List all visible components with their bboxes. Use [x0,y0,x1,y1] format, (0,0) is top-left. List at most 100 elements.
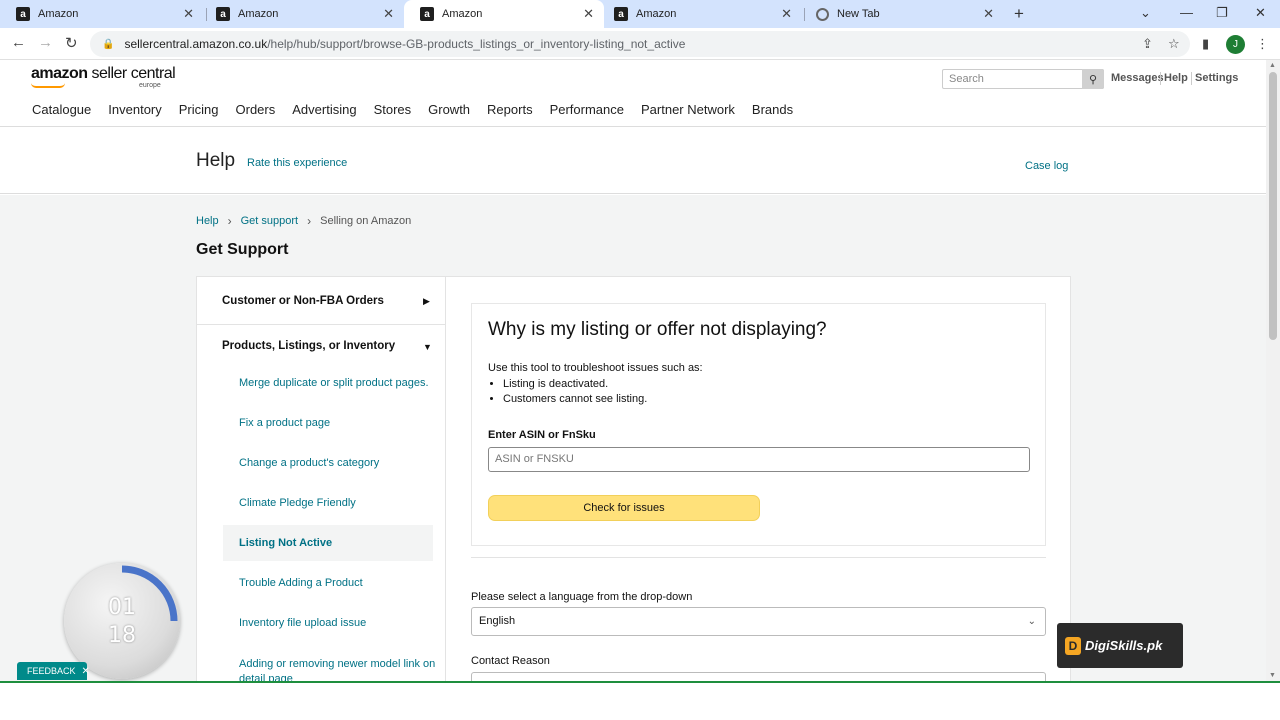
nav-orders[interactable]: Orders [236,102,276,117]
case-log-link[interactable]: Case log [1025,160,1068,172]
nav-reports[interactable]: Reports [487,102,533,117]
tab-title: Amazon [238,8,279,20]
restore-icon[interactable]: ❐ [1216,5,1228,21]
check-for-issues-button[interactable]: Check for issues [488,495,760,521]
page-content: amazon seller central europe Search ⚲ Me… [0,60,1266,681]
sidebar-item[interactable]: Change a product's category [239,457,379,469]
search-input[interactable]: Search [942,69,1104,89]
breadcrumb-help[interactable]: Help [196,215,219,227]
nav-catalogue[interactable]: Catalogue [32,102,91,117]
amazon-seller-central-logo[interactable]: amazon seller central europe [31,65,176,89]
scroll-down-icon[interactable]: ▼ [1269,672,1276,679]
logo-seller-text: seller central [87,65,176,82]
list-item: Listing is deactivated. [503,378,647,390]
logo-region: europe [139,82,161,89]
messages-link[interactable]: Messages [1111,72,1164,84]
url-host: sellercentral.amazon.co.uk [124,37,268,51]
url-field[interactable]: 🔒 sellercentral.amazon.co.uk/help/hub/su… [90,31,1190,57]
feedback-button[interactable]: FEEDBACK ✕ [17,662,90,680]
sidebar-item[interactable]: Inventory file upload issue [239,617,366,629]
nav-pricing[interactable]: Pricing [179,102,219,117]
contact-reason-select[interactable] [471,672,1046,681]
close-tab-icon[interactable]: ✕ [781,6,792,22]
search-icon[interactable]: ⚲ [1082,69,1104,89]
forward-icon[interactable]: → [38,34,53,51]
amazon-favicon-icon: a [16,7,30,21]
nav-partner-network[interactable]: Partner Network [641,102,735,117]
page-scrollbar[interactable]: ▲ ▼ [1266,60,1280,681]
troubleshoot-card: Why is my listing or offer not displayin… [471,303,1046,546]
sidebar-item-active[interactable]: Listing Not Active [239,537,332,549]
sidebar-item[interactable]: Climate Pledge Friendly [239,497,356,509]
reload-icon[interactable]: ↻ [65,34,78,52]
browser-tab-active[interactable]: a Amazon ✕ [404,0,604,28]
language-select[interactable]: English ⌄ [471,607,1046,636]
digiskills-logo-icon: D [1065,636,1081,655]
profile-avatar[interactable]: J [1226,35,1245,54]
category-customer-orders[interactable]: Customer or Non-FBA Orders [222,295,384,307]
tab-title: Amazon [38,8,79,20]
nav-stores[interactable]: Stores [374,102,412,117]
close-window-icon[interactable]: ✕ [1255,5,1266,21]
language-label: Please select a language from the drop-d… [471,591,693,603]
caret-down-icon[interactable]: ▼ [423,342,432,352]
topic-sidebar: Customer or Non-FBA Orders ▶ Products, L… [197,277,446,681]
share-icon[interactable]: ⇪ [1142,36,1153,52]
nav-inventory[interactable]: Inventory [108,102,161,117]
asin-input[interactable]: ASIN or FNSKU [488,447,1030,472]
sidebar-item[interactable]: Merge duplicate or split product pages. [239,377,429,389]
list-item: Customers cannot see listing. [503,393,647,405]
browser-tab[interactable]: a Amazon ✕ [598,0,802,28]
close-tab-icon[interactable]: ✕ [183,6,194,22]
tab-search-icon[interactable]: ⌄ [1140,5,1151,21]
tool-heading: Why is my listing or offer not displayin… [488,319,827,340]
help-link[interactable]: Help [1164,72,1188,84]
settings-link[interactable]: Settings [1195,72,1238,84]
browser-tab[interactable]: New Tab ✕ [800,0,1004,28]
minimize-icon[interactable]: — [1180,5,1193,20]
tab-title: New Tab [837,8,880,20]
side-panel-icon[interactable]: ▮ [1202,36,1209,52]
browser-tab-strip: a Amazon ✕ a Amazon ✕ a Amazon ✕ a Amazo… [0,0,1280,28]
nav-advertising[interactable]: Advertising [292,102,356,117]
help-title: Help [196,150,236,171]
close-tab-icon[interactable]: ✕ [583,6,594,22]
issue-list: Listing is deactivated. Customers cannot… [503,378,647,408]
menu-kebab-icon[interactable]: ⋮ [1256,36,1269,52]
tab-title: Amazon [442,8,483,20]
lock-icon: 🔒 [102,38,115,50]
chrome-favicon-icon [816,7,829,21]
scroll-thumb[interactable] [1269,72,1277,340]
browser-tab[interactable]: a Amazon ✕ [200,0,404,28]
help-header: Help Rate this experience Case log [0,127,1266,194]
tool-intro: Use this tool to troubleshoot issues suc… [488,362,703,374]
chevron-down-icon: ⌄ [1027,616,1036,627]
breadcrumb-current: Selling on Amazon [320,215,412,227]
breadcrumb-get-support[interactable]: Get support [241,215,298,227]
scroll-up-icon[interactable]: ▲ [1269,62,1276,69]
close-tab-icon[interactable]: ✕ [983,6,994,22]
rate-experience-link[interactable]: Rate this experience [247,157,347,169]
close-tab-icon[interactable]: ✕ [383,6,394,22]
nav-growth[interactable]: Growth [428,102,470,117]
caret-right-icon[interactable]: ▶ [423,296,430,307]
browser-tab[interactable]: a Amazon ✕ [0,0,204,28]
amazon-favicon-icon: a [420,7,434,21]
sidebar-item[interactable]: Adding or removing newer model link on d… [239,657,439,681]
support-panel: Customer or Non-FBA Orders ▶ Products, L… [196,276,1071,681]
bookmark-star-icon[interactable]: ☆ [1168,36,1180,52]
nav-performance[interactable]: Performance [550,102,624,117]
feedback-label: FEEDBACK [27,666,76,676]
sidebar-item[interactable]: Trouble Adding a Product [239,577,363,589]
category-products-listings[interactable]: Products, Listings, or Inventory [222,340,395,352]
back-icon[interactable]: ← [11,34,26,51]
tab-title: Amazon [636,8,677,20]
nav-brands[interactable]: Brands [752,102,793,117]
timer-bottom-value: 18 [108,623,136,648]
asin-label: Enter ASIN or FnSku [488,429,596,441]
close-icon[interactable]: ✕ [82,666,90,677]
new-tab-icon[interactable]: + [1014,4,1024,24]
sidebar-item[interactable]: Fix a product page [239,417,330,429]
contact-reason-label: Contact Reason [471,655,550,667]
amazon-favicon-icon: a [614,7,628,21]
